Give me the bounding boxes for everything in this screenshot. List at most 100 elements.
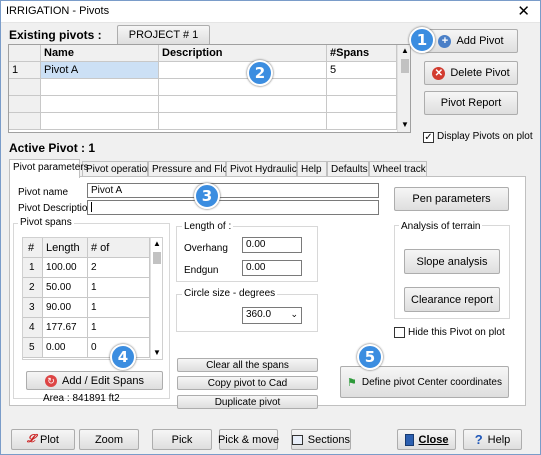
pick-and-move-button[interactable]: Pick & move — [218, 429, 279, 450]
hide-pivot-label: Hide this Pivot on plot — [408, 327, 505, 338]
pick-button[interactable]: Pick — [152, 429, 212, 450]
empty-cell[interactable] — [41, 96, 159, 113]
span-row-number[interactable]: 2 — [23, 278, 43, 298]
empty-cell[interactable] — [327, 96, 397, 113]
overhang-label: Overhang — [184, 243, 228, 254]
col-span-number: # — [23, 238, 43, 258]
empty-cell[interactable] — [327, 113, 397, 130]
callout-badge-2: 2 — [247, 60, 273, 86]
col-span-length: Length — [43, 238, 88, 258]
pivot-report-button[interactable]: Pivot Report — [424, 91, 518, 115]
tab-pivot-hydraulics[interactable]: Pivot Hydraulics — [226, 161, 302, 177]
empty-row-header — [9, 96, 41, 113]
display-pivots-label: Display Pivots on plot — [437, 131, 533, 142]
delete-pivot-button[interactable]: ✕ Delete Pivot — [424, 61, 518, 85]
table-row-number[interactable]: 1 — [9, 62, 41, 79]
pivots-table: Name Description #Spans 1 Pivot A 5 ▲ ▼ — [8, 44, 411, 133]
span-length-cell[interactable]: 90.00 — [43, 298, 88, 318]
clear-spans-button[interactable]: Clear all the spans — [177, 358, 318, 372]
circle-size-select[interactable]: 360.0 ⌄ — [242, 307, 302, 324]
scroll-down-icon[interactable]: ▼ — [401, 120, 409, 129]
tab-wheel-track[interactable]: Wheel track — [369, 161, 427, 177]
row-header-corner — [9, 45, 41, 62]
empty-cell[interactable] — [159, 113, 327, 130]
col-name[interactable]: Name — [41, 45, 159, 62]
callout-badge-3: 3 — [194, 183, 220, 209]
empty-cell[interactable] — [159, 79, 327, 96]
close-window-icon[interactable]: ✕ — [517, 2, 530, 20]
scroll-down-icon[interactable]: ▼ — [153, 348, 161, 357]
empty-cell[interactable] — [159, 96, 327, 113]
pivot-description-input[interactable] — [87, 200, 379, 215]
pivot-description-label: Pivot Description — [18, 203, 94, 214]
pivot-name-label: Pivot name — [18, 187, 69, 198]
pivot-name-cell[interactable]: Pivot A — [41, 62, 159, 79]
scrollbar-thumb[interactable] — [153, 252, 161, 264]
add-edit-spans-button[interactable]: ↻ Add / Edit Spans — [26, 371, 163, 390]
tab-pivot-operation[interactable]: Pivot operation — [82, 161, 153, 177]
span-count-cell[interactable]: 2 — [88, 258, 150, 278]
span-row-number[interactable]: 5 — [23, 338, 43, 358]
span-length-cell[interactable]: 100.00 — [43, 258, 88, 278]
question-icon: ? — [474, 432, 483, 447]
empty-row-header — [9, 113, 41, 130]
empty-cell[interactable] — [41, 113, 159, 130]
add-pivot-button[interactable]: + Add Pivot — [424, 29, 518, 53]
spans-table-scrollbar[interactable]: ▲ ▼ — [150, 238, 162, 359]
display-pivots-checkbox[interactable]: ✓ — [423, 132, 434, 143]
delete-pivot-label: Delete Pivot — [450, 67, 510, 79]
pivot-name-input[interactable]: Pivot A — [87, 183, 379, 198]
circle-size-value: 360.0 — [246, 309, 272, 320]
pen-parameters-button[interactable]: Pen parameters — [394, 187, 509, 211]
pivot-spans-cell[interactable]: 5 — [327, 62, 397, 79]
scroll-up-icon[interactable]: ▲ — [401, 46, 409, 55]
length-of-label: Length of : — [182, 221, 234, 232]
copy-pivot-to-cad-button[interactable]: Copy pivot to Cad — [177, 376, 318, 390]
span-length-cell[interactable]: 50.00 — [43, 278, 88, 298]
pivots-table-scrollbar[interactable]: ▲ ▼ — [397, 45, 410, 132]
sections-icon — [292, 434, 303, 445]
span-count-cell[interactable]: 1 — [88, 298, 150, 318]
empty-cell[interactable] — [41, 79, 159, 96]
zoom-button[interactable]: Zoom — [79, 429, 139, 450]
plot-button[interactable]: 𝓛 Plot — [11, 429, 75, 450]
tab-help[interactable]: Help — [297, 161, 327, 177]
scrollbar-thumb[interactable] — [401, 59, 409, 73]
slope-analysis-button[interactable]: Slope analysis — [404, 249, 500, 274]
span-count-cell[interactable]: 1 — [88, 278, 150, 298]
hide-pivot-checkbox[interactable] — [394, 327, 405, 338]
refresh-icon: ↻ — [45, 374, 58, 387]
span-length-cell[interactable]: 0.00 — [43, 338, 88, 358]
tab-pressure-and-flow[interactable]: Pressure and Flow — [148, 161, 235, 177]
span-row-number[interactable]: 3 — [23, 298, 43, 318]
pivot-area: Area : 841891 ft2 — [43, 393, 120, 404]
scroll-up-icon[interactable]: ▲ — [153, 239, 161, 248]
span-row-number[interactable]: 1 — [23, 258, 43, 278]
title-bar: IRRIGATION - Pivots ✕ — [1, 1, 540, 23]
project-tab[interactable]: PROJECT # 1 — [117, 25, 210, 45]
span-row-number[interactable]: 4 — [23, 318, 43, 338]
add-edit-spans-label: Add / Edit Spans — [62, 374, 144, 387]
pivot-description-cell[interactable] — [159, 62, 327, 79]
callout-badge-5: 5 — [357, 344, 383, 370]
tab-pivot-parameters[interactable]: Pivot parameters — [9, 159, 89, 178]
clearance-report-button[interactable]: Clearance report — [404, 287, 500, 312]
delete-icon: ✕ — [432, 66, 446, 80]
tab-defaults[interactable]: Defaults — [327, 161, 369, 177]
overhang-input[interactable]: 0.00 — [242, 237, 302, 253]
duplicate-pivot-button[interactable]: Duplicate pivot — [177, 395, 318, 409]
pivot-parameters-panel: Pivot name Pivot A Pivot Description Pen… — [9, 176, 526, 409]
define-center-button[interactable]: ⚑ Define pivot Center coordinates — [340, 366, 509, 398]
col-spans[interactable]: #Spans — [327, 45, 397, 62]
circle-size-label: Circle size - degrees — [182, 288, 278, 299]
endgun-input[interactable]: 0.00 — [242, 260, 302, 276]
help-button[interactable]: ? Help — [463, 429, 522, 450]
help-label: Help — [487, 433, 511, 446]
span-count-cell[interactable]: 1 — [88, 318, 150, 338]
sections-button[interactable]: Sections — [291, 429, 351, 450]
col-description[interactable]: Description — [159, 45, 327, 62]
empty-cell[interactable] — [327, 79, 397, 96]
close-button[interactable]: Close — [397, 429, 456, 450]
active-pivot-label: Active Pivot : 1 — [9, 141, 96, 155]
span-length-cell[interactable]: 177.67 — [43, 318, 88, 338]
